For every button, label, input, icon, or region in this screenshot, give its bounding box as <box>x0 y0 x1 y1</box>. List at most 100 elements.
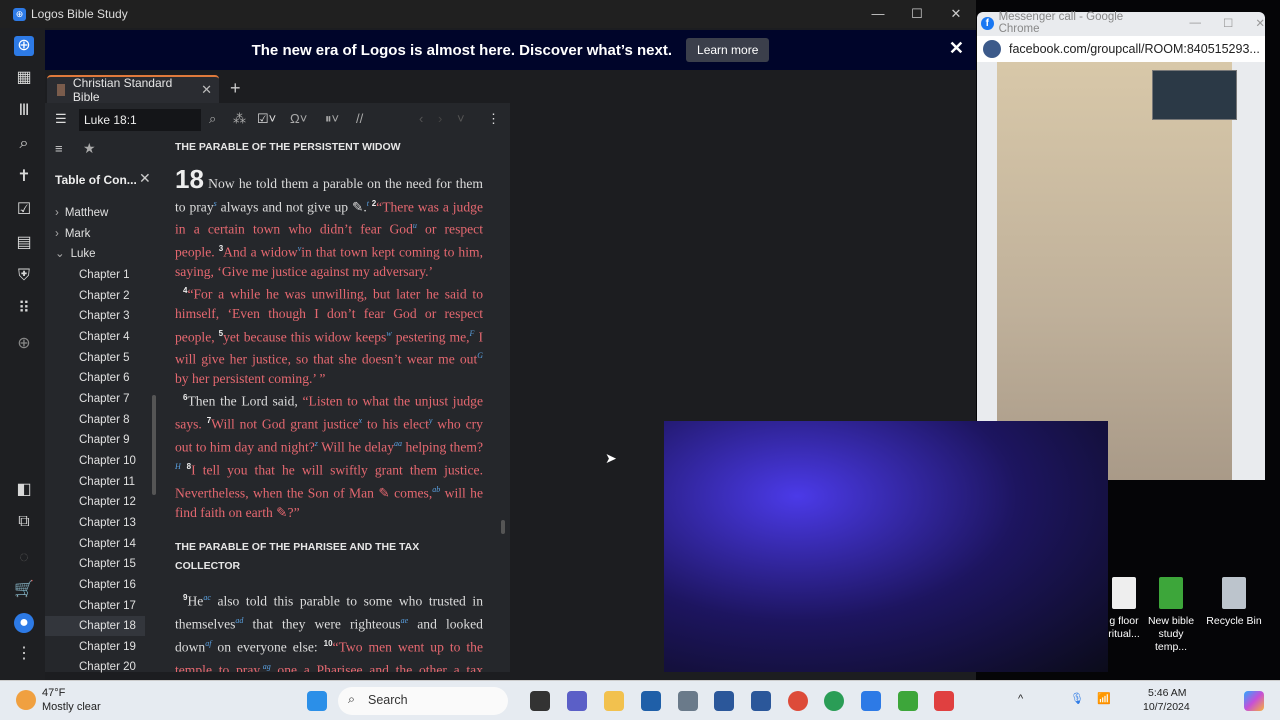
toc-book-matthew[interactable]: › Matthew <box>55 203 108 223</box>
panel-icon[interactable]: ◧ <box>14 480 34 500</box>
taskbar-search[interactable]: ⌕ Search <box>338 687 508 715</box>
forward-icon[interactable]: › <box>438 111 442 126</box>
checkbox-dropdown-icon[interactable]: ☑˅ <box>257 111 276 127</box>
file-explorer-icon[interactable] <box>604 691 624 711</box>
close-tab-icon[interactable]: ✕ <box>201 82 212 98</box>
show-hidden-icons[interactable]: ^ <box>1018 693 1023 705</box>
announcement-banner: The new era of Logos is almost here. Dis… <box>45 30 976 70</box>
address-bar[interactable]: facebook.com/groupcall/ROOM:840515293... <box>977 36 1265 62</box>
checklist-icon[interactable]: ☑ <box>14 200 34 220</box>
recycle-bin[interactable]: Recycle Bin <box>1204 577 1264 628</box>
toc-chapter[interactable]: Chapter 1 <box>45 265 130 285</box>
columns-dropdown-icon[interactable]: ⏸˅ <box>325 111 339 127</box>
camtasia-icon[interactable] <box>898 691 918 711</box>
toc-chapter[interactable]: Chapter 10 <box>45 451 136 471</box>
wifi-icon[interactable]: 📶 <box>1097 692 1111 705</box>
history-dropdown-icon[interactable]: ˅ <box>457 111 465 126</box>
close-button[interactable]: ✕ <box>1255 16 1265 30</box>
search-icon[interactable]: ⌕ <box>14 134 34 154</box>
layouts-icon[interactable]: ▦ <box>14 68 34 88</box>
desktop-icon[interactable]: New bible study temp... <box>1141 577 1201 654</box>
toc-chapter[interactable]: Chapter 3 <box>45 306 130 326</box>
clock-date[interactable]: 10/7/2024 <box>1143 701 1190 713</box>
whatsapp-icon[interactable] <box>824 691 844 711</box>
interlinear-dropdown-icon[interactable]: Ω˅ <box>290 111 307 126</box>
recycle-bin-icon <box>1222 577 1246 609</box>
toc-book-luke[interactable]: ⌄ Luke <box>55 244 96 264</box>
logos-taskbar-icon[interactable] <box>861 691 881 711</box>
store-icon[interactable] <box>641 691 661 711</box>
back-icon[interactable]: ‹ <box>419 111 423 126</box>
library-icon[interactable]: Ⅲ <box>14 101 34 121</box>
apps-grid-icon[interactable]: ⠿ <box>14 299 34 319</box>
teams-icon[interactable] <box>567 691 587 711</box>
toc-chapter[interactable]: Chapter 14 <box>45 534 136 554</box>
cart-icon[interactable]: 🛒 <box>14 580 34 600</box>
footnote-marker[interactable]: aa <box>394 439 402 448</box>
footnote-marker[interactable]: ag <box>263 662 271 671</box>
logos-home-icon[interactable]: ⊕ <box>14 36 34 56</box>
bible-icon[interactable]: ✝ <box>14 167 34 187</box>
footnote-marker[interactable]: ac <box>203 593 211 602</box>
weather-condition[interactable]: Mostly clear <box>42 701 101 713</box>
toc-book-mark[interactable]: › Mark <box>55 224 90 244</box>
more-icon[interactable]: ⋮ <box>14 644 34 664</box>
toc-chapter[interactable]: Chapter 8 <box>45 410 130 430</box>
toc-chapter[interactable]: Chapter 18 <box>45 616 145 637</box>
close-toc-icon[interactable]: ✕ <box>139 170 151 187</box>
toc-chapter[interactable]: Chapter 17 <box>45 596 136 616</box>
notepad-icon[interactable] <box>714 691 734 711</box>
minimize-button[interactable]: — <box>858 0 898 28</box>
recorder-icon[interactable] <box>934 691 954 711</box>
account-avatar[interactable]: ● <box>14 613 34 633</box>
toc-chapter[interactable]: Chapter 2 <box>45 286 130 306</box>
toc-chapter[interactable]: Chapter 13 <box>45 513 136 533</box>
start-button[interactable] <box>307 691 327 711</box>
weather-temp[interactable]: 47°F <box>42 687 65 699</box>
task-view-icon[interactable] <box>530 691 550 711</box>
close-button[interactable]: ✕ <box>936 0 976 28</box>
maximize-button[interactable]: ☐ <box>897 0 937 28</box>
toc-chapter[interactable]: Chapter 6 <box>45 368 130 388</box>
parallel-icon[interactable]: // <box>356 111 363 126</box>
shield-icon[interactable]: ⛨ <box>14 266 34 286</box>
toc-chapter[interactable]: Chapter 12 <box>45 492 136 512</box>
toc-chapter[interactable]: Chapter 15 <box>45 554 136 574</box>
text-scrollbar[interactable] <box>501 520 505 534</box>
toc-chapter[interactable]: Chapter 5 <box>45 348 130 368</box>
search-icon[interactable]: ⌕ <box>209 111 216 127</box>
toc-chapter[interactable]: Chapter 19 <box>45 637 136 657</box>
toc-chapter[interactable]: Chapter 11 <box>45 472 135 492</box>
toc-icon[interactable]: ≡ <box>55 141 63 156</box>
tab-christian-standard-bible[interactable]: Christian Standard Bible ✕ <box>47 75 219 104</box>
microphone-icon[interactable]: 🎙 <box>1070 692 1084 705</box>
toc-chapter[interactable]: Chapter 9 <box>45 430 130 450</box>
settings-icon[interactable] <box>678 691 698 711</box>
visual-filter-icon[interactable]: ⁂ <box>233 111 246 127</box>
more-options-icon[interactable]: ⋮ <box>487 111 500 127</box>
toc-chapter[interactable]: Chapter 16 <box>45 575 136 595</box>
learn-more-button[interactable]: Learn more <box>686 38 770 62</box>
toc-chapter[interactable]: Chapter 4 <box>45 327 130 347</box>
add-icon[interactable]: ⊕ <box>14 334 34 354</box>
add-tab-button[interactable]: + <box>230 78 241 99</box>
word-icon[interactable] <box>751 691 771 711</box>
toc-chapter[interactable]: Chapter 7 <box>45 389 130 409</box>
minimize-button[interactable]: — <box>1190 17 1202 29</box>
clock-time[interactable]: 5:46 AM <box>1148 687 1187 699</box>
reference-input[interactable]: Luke 18:1 <box>79 109 201 131</box>
external-link-icon[interactable]: ⧉ <box>14 512 34 532</box>
menu-icon[interactable]: ☰ <box>55 111 67 127</box>
toc-chapter[interactable]: Chapter 20 <box>45 657 136 677</box>
sync-icon[interactable]: ◌ <box>14 548 34 568</box>
favorites-star-icon[interactable]: ★ <box>83 140 96 157</box>
copilot-icon[interactable] <box>1244 691 1264 711</box>
document-icon[interactable]: ▤ <box>14 233 34 253</box>
toc-title: Table of Con... <box>55 173 137 187</box>
footnote-marker[interactable]: G <box>477 351 483 360</box>
close-icon[interactable]: ✕ <box>949 38 964 59</box>
title-bar: ⊕ Logos Bible Study — ☐ ✕ <box>0 0 976 28</box>
chrome-icon[interactable] <box>788 691 808 711</box>
maximize-button[interactable]: ☐ <box>1223 16 1233 30</box>
toc-scrollbar[interactable] <box>152 395 156 495</box>
